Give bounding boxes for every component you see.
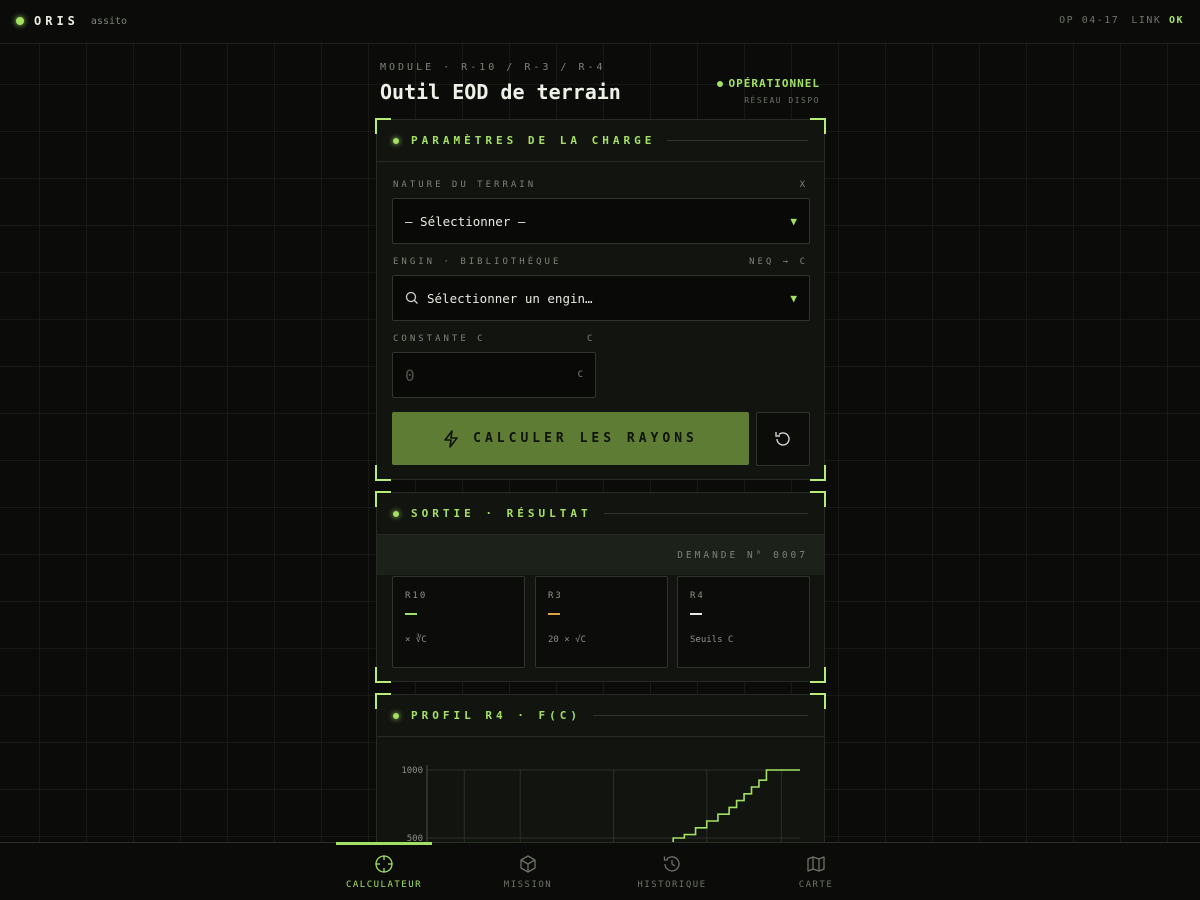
request-number: DEMANDE N° 0007 <box>677 549 808 561</box>
result-card-r3: R3 20 × √C <box>535 576 668 668</box>
status-block: OPÉRATIONNEL RÉSEAU DISPO <box>716 77 820 105</box>
nav-label: HISTORIQUE <box>637 880 707 890</box>
corner-decoration <box>375 465 391 481</box>
corner-decoration <box>810 118 826 134</box>
nav-historique[interactable]: HISTORIQUE <box>624 843 720 900</box>
crosshair-icon <box>375 855 393 873</box>
breadcrumb: MODULE · R-10 / R-3 / R-4 <box>380 62 606 73</box>
corner-decoration <box>375 667 391 683</box>
nav-mission[interactable]: MISSION <box>480 843 576 900</box>
engin-hint: NEQ → C <box>749 257 808 267</box>
constante-label: CONSTANTE C <box>393 334 486 344</box>
divider <box>592 715 808 716</box>
active-indicator <box>336 842 432 845</box>
corner-decoration <box>810 667 826 683</box>
engin-select[interactable]: Sélectionner un engin… ▼ <box>392 275 810 321</box>
corner-decoration <box>810 491 826 507</box>
section-dot-icon <box>393 510 399 517</box>
result-card-r4: R4 Seuils C <box>677 576 810 668</box>
nav-label: CALCULATEUR <box>345 880 423 890</box>
request-band: DEMANDE N° 0007 <box>377 535 824 575</box>
y-tick-label: 1000 <box>401 766 423 776</box>
y-tick-label: 500 <box>407 834 423 842</box>
main-content: MODULE · R-10 / R-3 / R-4 Outil EOD de t… <box>0 0 1200 842</box>
engin-label: ENGIN · BIBLIOTHÈQUE <box>393 257 562 267</box>
engin-select-value: Sélectionner un engin… <box>427 290 593 306</box>
corner-decoration <box>375 118 391 134</box>
lightning-icon <box>444 429 458 448</box>
bottom-nav: CALCULATEUR MISSION HISTORIQUE CARTE <box>0 842 1200 900</box>
result-name: R4 <box>690 591 705 601</box>
constante-hint: C <box>587 334 596 344</box>
caret-down-icon: ▼ <box>790 215 797 228</box>
terrain-select[interactable]: — Sélectionner — ▼ <box>392 198 810 244</box>
corner-decoration <box>375 693 391 709</box>
result-formula: × ∛C <box>405 635 427 645</box>
status-subtext: RÉSEAU DISPO <box>744 96 820 105</box>
page-title: Outil EOD de terrain <box>380 80 621 104</box>
package-icon <box>520 855 536 873</box>
result-value-placeholder <box>405 613 417 615</box>
profile-header: PROFIL R4 · F(C) <box>377 695 824 737</box>
section-dot-icon <box>393 137 399 144</box>
status-dot-icon <box>716 80 723 87</box>
constante-input[interactable]: 0 C <box>392 352 596 398</box>
terrain-label: NATURE DU TERRAIN <box>393 180 537 190</box>
output-title: SORTIE · RÉSULTAT <box>411 507 592 520</box>
params-panel: PARAMÈTRES DE LA CHARGE NATURE DU TERRAI… <box>375 118 826 481</box>
corner-decoration <box>810 465 826 481</box>
result-formula: Seuils C <box>690 635 734 645</box>
output-panel: SORTIE · RÉSULTAT DEMANDE N° 0007 R10 × … <box>375 491 826 683</box>
divider <box>603 513 808 514</box>
corner-decoration <box>375 491 391 507</box>
map-icon <box>807 856 825 872</box>
profile-title: PROFIL R4 · F(C) <box>411 709 581 722</box>
history-icon <box>663 856 680 872</box>
r4-chart: 500 1000 <box>377 739 824 842</box>
r4-chart-svg: 500 1000 <box>401 765 800 842</box>
nav-label: MISSION <box>503 880 553 890</box>
result-name: R10 <box>405 591 428 601</box>
calculate-button[interactable]: CALCULER LES RAYONS <box>392 412 749 465</box>
nav-calculateur[interactable]: CALCULATEUR <box>336 842 432 900</box>
corner-decoration <box>810 693 826 709</box>
nav-label: CARTE <box>798 880 834 890</box>
section-dot-icon <box>393 712 399 719</box>
result-value-placeholder <box>548 613 560 615</box>
constante-unit: C <box>577 370 583 380</box>
reset-button[interactable] <box>756 412 810 466</box>
status-badge: OPÉRATIONNEL <box>716 77 820 90</box>
profile-panel: PROFIL R4 · F(C) 500 1000 <box>375 693 826 842</box>
caret-down-icon: ▼ <box>790 292 797 305</box>
output-header: SORTIE · RÉSULTAT <box>377 493 824 535</box>
reset-icon <box>775 432 790 446</box>
constante-value: 0 <box>405 365 415 385</box>
result-formula: 20 × √C <box>548 635 586 645</box>
result-name: R3 <box>548 591 563 601</box>
nav-carte[interactable]: CARTE <box>768 843 864 900</box>
terrain-hint: X <box>799 180 808 190</box>
terrain-select-value: — Sélectionner — <box>405 213 526 229</box>
divider <box>667 140 808 141</box>
params-header: PARAMÈTRES DE LA CHARGE <box>377 120 824 162</box>
result-value-placeholder <box>690 613 702 615</box>
search-icon <box>405 291 418 304</box>
status-text: OPÉRATIONNEL <box>728 77 820 90</box>
params-title: PARAMÈTRES DE LA CHARGE <box>411 134 656 147</box>
calculate-label: CALCULER LES RAYONS <box>473 431 698 446</box>
result-card-r10: R10 × ∛C <box>392 576 525 668</box>
